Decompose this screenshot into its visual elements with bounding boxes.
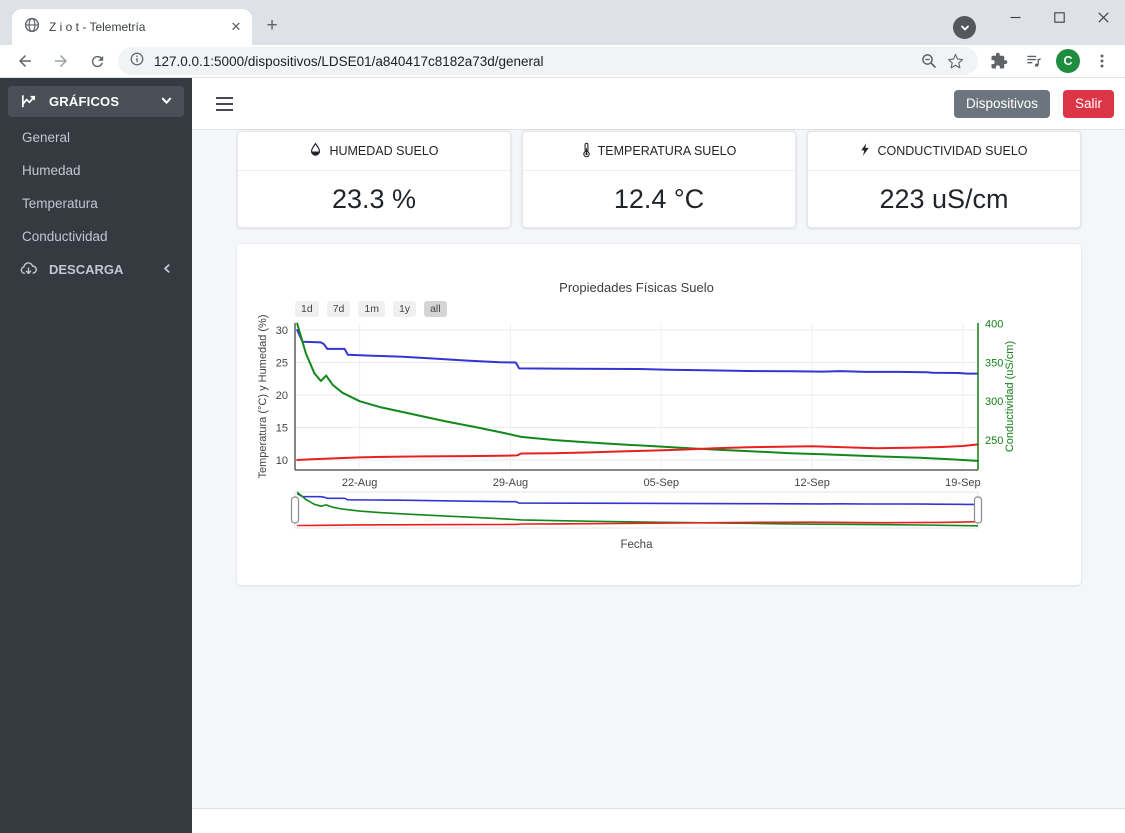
tab-strip: Z i o t - Telemetría ✕ + xyxy=(0,0,1125,45)
extensions-puzzle-icon[interactable] xyxy=(986,48,1012,74)
profile-avatar[interactable]: C xyxy=(1056,49,1080,73)
browser-tab[interactable]: Z i o t - Telemetría ✕ xyxy=(12,9,252,45)
sidebar-item-humedad[interactable]: Humedad xyxy=(0,154,192,187)
card-value: 223 uS/cm xyxy=(879,183,1009,214)
sidebar-item-conductividad[interactable]: Conductividad xyxy=(0,220,192,253)
minimize-button[interactable] xyxy=(993,0,1037,34)
media-controls-icon[interactable] xyxy=(1021,48,1047,74)
bookmark-star-icon[interactable] xyxy=(942,48,968,74)
card-conductividad-suelo: CONDUCTIVIDAD SUELO 223 uS/cm xyxy=(807,131,1081,228)
card-title: HUMEDAD SUELO xyxy=(329,144,439,158)
window-controls xyxy=(993,0,1125,34)
sidebar-item-label: Conductividad xyxy=(22,229,108,244)
hamburger-menu-icon[interactable] xyxy=(216,96,233,111)
url-text[interactable]: 127.0.0.1:5000/dispositivos/LDSE01/a8404… xyxy=(154,54,916,69)
sidebar-item-label: GRÁFICOS xyxy=(49,94,120,109)
sidebar-item-label: General xyxy=(22,130,71,145)
card-title: TEMPERATURA SUELO xyxy=(597,144,737,158)
bolt-icon xyxy=(860,142,870,160)
line-chart: 10 15 20 25 30 250 300 350 400 22-Aug 29-Aug 05-Sep… xyxy=(257,315,1016,551)
card-temperatura-suelo: TEMPERATURA SUELO 12.4 °C xyxy=(522,131,796,228)
reload-icon[interactable] xyxy=(84,48,110,74)
rangeslider-handle-right[interactable] xyxy=(973,496,983,524)
series-conductividad-us-cm- xyxy=(296,322,979,462)
svg-text:15: 15 xyxy=(276,422,288,434)
app-navbar: Dispositivos Salir xyxy=(192,78,1125,130)
svg-text:25: 25 xyxy=(276,358,288,370)
close-window-button[interactable] xyxy=(1081,0,1125,34)
sidebar-item-label: DESCARGA xyxy=(49,262,124,277)
chevron-down-circle-icon[interactable] xyxy=(953,16,976,39)
sidebar-item-descarga[interactable]: DESCARGA xyxy=(8,253,184,286)
salir-button[interactable]: Salir xyxy=(1062,89,1114,118)
svg-text:Conductividad (uS/cm): Conductividad (uS/cm) xyxy=(1004,341,1016,452)
browser-window: Z i o t - Telemetría ✕ + 127.0.0.1:5000/… xyxy=(0,0,1125,833)
page-footer xyxy=(192,808,1125,833)
new-tab-button[interactable]: + xyxy=(260,15,284,39)
series-humedad- xyxy=(296,329,979,375)
svg-text:05-Sep: 05-Sep xyxy=(644,477,679,489)
rangeslider-handle-left[interactable] xyxy=(290,496,300,524)
chart-line-icon xyxy=(20,92,37,112)
svg-text:10: 10 xyxy=(276,455,288,467)
svg-text:30: 30 xyxy=(276,325,288,337)
sidebar-item-label: Temperatura xyxy=(22,196,98,211)
droplet-icon xyxy=(309,142,322,160)
tab-close-icon[interactable]: ✕ xyxy=(228,19,244,35)
sidebar-item-graficos[interactable]: GRÁFICOS xyxy=(8,86,184,117)
chart-panel: Propiedades Físicas Suelo 1d 7d 1m 1y al… xyxy=(237,244,1081,585)
card-value: 12.4 °C xyxy=(613,183,705,214)
svg-text:300: 300 xyxy=(985,396,1003,408)
sidebar-item-label: Humedad xyxy=(22,163,81,178)
main-content: HUMEDAD SUELO 23.3 % TEMPERATURA SUELO 1… xyxy=(192,130,1125,808)
zoom-out-icon[interactable] xyxy=(916,48,942,74)
sidebar: GRÁFICOS General Humedad Temperatura Con… xyxy=(0,78,192,833)
maximize-button[interactable] xyxy=(1037,0,1081,34)
dispositivos-button[interactable]: Dispositivos xyxy=(953,89,1050,118)
chevron-left-icon xyxy=(162,262,172,277)
address-bar[interactable]: 127.0.0.1:5000/dispositivos/LDSE01/a8404… xyxy=(118,47,978,75)
card-title: CONDUCTIVIDAD SUELO xyxy=(877,144,1028,158)
svg-text:Temperatura (°C) y Humedad (%): Temperatura (°C) y Humedad (%) xyxy=(257,315,269,479)
svg-text:Fecha: Fecha xyxy=(621,539,654,551)
globe-favicon-icon xyxy=(24,17,40,38)
sidebar-item-general[interactable]: General xyxy=(0,121,192,154)
forward-icon[interactable] xyxy=(48,48,74,74)
chevron-down-icon xyxy=(161,94,172,109)
card-humedad-suelo: HUMEDAD SUELO 23.3 % xyxy=(237,131,511,228)
svg-text:19-Sep: 19-Sep xyxy=(945,477,980,489)
browser-toolbar: 127.0.0.1:5000/dispositivos/LDSE01/a8404… xyxy=(0,45,1125,78)
metric-cards-row: HUMEDAD SUELO 23.3 % TEMPERATURA SUELO 1… xyxy=(237,131,1081,228)
cloud-download-icon xyxy=(20,261,37,279)
site-info-icon[interactable] xyxy=(130,52,144,71)
svg-text:250: 250 xyxy=(985,435,1003,447)
svg-text:29-Aug: 29-Aug xyxy=(493,477,528,489)
series-temperatura-c- xyxy=(296,443,979,461)
menu-kebab-icon[interactable] xyxy=(1089,48,1115,74)
svg-text:22-Aug: 22-Aug xyxy=(342,477,377,489)
toolbar-right: C xyxy=(986,48,1115,74)
svg-text:400: 400 xyxy=(985,319,1003,331)
sidebar-item-temperatura[interactable]: Temperatura xyxy=(0,187,192,220)
svg-text:12-Sep: 12-Sep xyxy=(794,477,829,489)
tab-title: Z i o t - Telemetría xyxy=(49,20,146,34)
card-value: 23.3 % xyxy=(331,183,417,214)
svg-text:20: 20 xyxy=(276,390,288,402)
svg-text:350: 350 xyxy=(985,357,1003,369)
back-icon[interactable] xyxy=(12,48,38,74)
thermometer-icon xyxy=(582,142,591,161)
